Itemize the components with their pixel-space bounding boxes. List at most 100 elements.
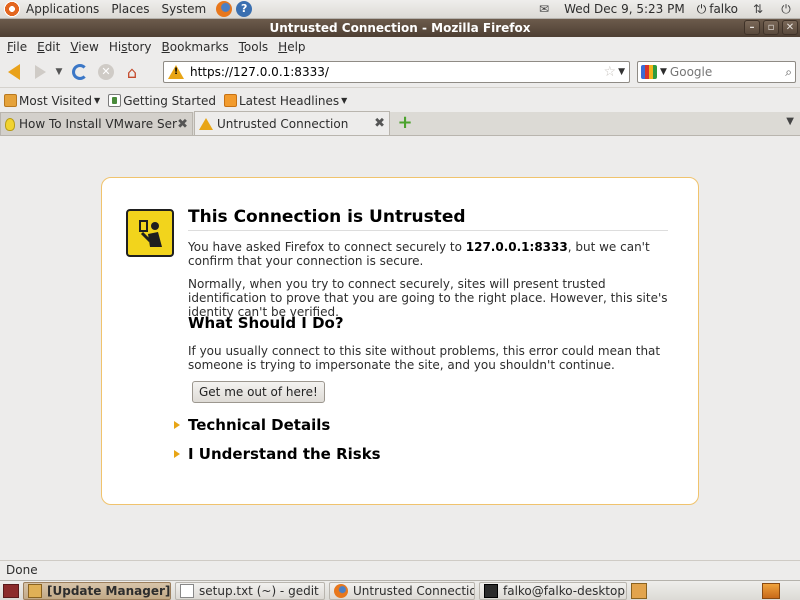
history-dropdown-icon[interactable]: ▼ <box>52 67 66 77</box>
tab-label: How To Install VMware Ser... <box>19 117 178 131</box>
update-notifier-icon[interactable] <box>631 582 647 599</box>
user-switcher[interactable]: ⏻ falko <box>691 2 744 17</box>
warning-favicon-icon <box>199 117 213 130</box>
bottom-panel: [Update Manager] setup.txt (~) - gedit U… <box>0 580 800 600</box>
new-tab-button[interactable]: + <box>395 113 415 133</box>
forward-button[interactable] <box>28 60 52 84</box>
forward-arrow-icon <box>34 65 46 79</box>
menu-help[interactable]: Help <box>273 37 310 57</box>
technical-details-label: Technical Details <box>188 416 331 434</box>
power-button-icon[interactable]: ⏻ <box>778 2 794 16</box>
list-all-tabs-icon[interactable]: ▼ <box>786 116 794 127</box>
system-menu[interactable]: System <box>155 0 212 19</box>
window-titlebar[interactable]: Untrusted Connection - Mozilla Firefox –… <box>0 19 800 37</box>
error-page-container: This Connection is Untrusted You have as… <box>101 177 699 505</box>
home-button[interactable]: ⌂ <box>120 60 144 84</box>
bookmark-latest-headlines[interactable]: Latest Headlines ▼ <box>223 93 348 108</box>
chevron-down-icon: ▼ <box>341 96 348 105</box>
bookmark-getting-started[interactable]: Getting Started <box>108 94 216 108</box>
officer-figure-icon <box>139 220 162 247</box>
explanation-paragraph: Normally, when you try to connect secure… <box>188 277 668 319</box>
menu-bar: File Edit View History Bookmarks Tools H… <box>0 37 800 57</box>
places-menu[interactable]: Places <box>105 0 155 19</box>
task-update-manager[interactable]: [Update Manager] <box>23 581 171 600</box>
bookmarks-toolbar: Most Visited ▼ Getting Started Latest He… <box>0 89 800 112</box>
terminal-icon <box>484 583 498 598</box>
task-gedit[interactable]: setup.txt (~) - gedit <box>175 581 325 600</box>
bookmark-label: Getting Started <box>123 93 216 108</box>
ubuntu-logo-icon[interactable] <box>4 1 20 17</box>
tab-vmware[interactable]: How To Install VMware Ser... ✖ <box>0 112 193 135</box>
menu-tools[interactable]: Tools <box>234 37 274 57</box>
get-me-out-button[interactable]: Get me out of here! <box>192 381 325 403</box>
intro-text-a: You have asked Firefox to connect secure… <box>188 240 466 254</box>
menu-history[interactable]: History <box>104 37 157 57</box>
help-launcher-icon[interactable]: ? <box>236 1 253 17</box>
task-label: [Update Manager] <box>47 583 171 598</box>
menu-bookmarks[interactable]: Bookmarks <box>157 37 234 57</box>
menu-file[interactable]: File <box>2 37 32 57</box>
firefox-launcher-icon[interactable] <box>216 1 233 17</box>
advice-paragraph: If you usually connect to this site with… <box>188 344 661 372</box>
applications-menu[interactable]: Applications <box>20 0 105 19</box>
trash-icon[interactable] <box>762 582 780 599</box>
tab-label: Untrusted Connection <box>217 116 349 131</box>
search-icon[interactable]: ⌕ <box>785 65 792 80</box>
close-window-button[interactable]: ✕ <box>782 20 798 35</box>
google-engine-icon[interactable] <box>641 65 657 79</box>
bookmark-most-visited[interactable]: Most Visited ▼ <box>4 94 100 108</box>
update-manager-icon <box>28 583 42 598</box>
panel-clock[interactable]: Wed Dec 9, 5:23 PM <box>558 2 691 16</box>
network-icon[interactable]: ⇅ <box>750 2 766 16</box>
navigation-toolbar: ▼ ✕ ⌂ https://127.0.0.1:8333/ ☆ ▼ ▼ ⌕ <box>0 57 800 88</box>
mail-icon[interactable]: ✉ <box>536 2 552 16</box>
close-tab-icon[interactable]: ✖ <box>177 117 188 132</box>
menu-view[interactable]: View <box>65 37 103 57</box>
warning-triangle-icon[interactable] <box>168 65 184 79</box>
close-tab-icon[interactable]: ✖ <box>374 116 385 131</box>
expand-arrow-icon <box>174 450 180 458</box>
page-icon <box>108 94 122 107</box>
technical-details-expander[interactable]: Technical Details <box>174 416 330 434</box>
understand-risks-label: I Understand the Risks <box>188 445 381 463</box>
bookmark-label: Most Visited <box>19 93 93 108</box>
top-panel: Applications Places System ? ✉ Wed Dec 9… <box>0 0 800 19</box>
error-title: This Connection is Untrusted <box>188 207 466 227</box>
untrusted-officer-icon <box>126 209 174 257</box>
chevron-down-icon: ▼ <box>94 96 101 105</box>
task-firefox[interactable]: Untrusted Connectio... <box>329 581 475 600</box>
expand-arrow-icon <box>174 421 180 429</box>
url-text[interactable]: https://127.0.0.1:8333/ <box>190 65 604 79</box>
home-icon: ⌂ <box>126 62 138 82</box>
task-label: falko@falko-desktop... <box>503 583 627 598</box>
firefox-icon <box>334 583 348 598</box>
understand-risks-expander[interactable]: I Understand the Risks <box>174 445 381 463</box>
task-label: setup.txt (~) - gedit <box>199 583 319 598</box>
maximize-button[interactable]: ▫ <box>763 20 779 35</box>
back-button[interactable] <box>2 60 26 84</box>
bookmark-star-icon[interactable]: ☆ <box>604 64 617 80</box>
search-engine-dropdown-icon[interactable]: ▼ <box>660 67 667 77</box>
search-input[interactable] <box>669 65 780 79</box>
window-title: Untrusted Connection - Mozilla Firefox <box>269 21 531 35</box>
task-label: Untrusted Connectio... <box>353 583 475 598</box>
url-dropdown-icon[interactable]: ▼ <box>618 67 625 77</box>
page-content: This Connection is Untrusted You have as… <box>0 137 800 559</box>
search-bar[interactable]: ▼ ⌕ <box>637 61 796 83</box>
minimize-button[interactable]: – <box>744 20 760 35</box>
menu-edit[interactable]: Edit <box>32 37 65 57</box>
title-divider <box>188 230 668 231</box>
reload-icon <box>72 64 88 80</box>
reload-button[interactable] <box>68 60 92 84</box>
stop-icon: ✕ <box>98 64 114 80</box>
task-terminal[interactable]: falko@falko-desktop... <box>479 581 627 600</box>
lightbulb-favicon-icon <box>5 117 15 131</box>
bookmark-label: Latest Headlines <box>238 93 340 108</box>
stop-button[interactable]: ✕ <box>94 60 118 84</box>
show-desktop-icon[interactable] <box>3 583 19 598</box>
status-bar: Done <box>0 560 800 579</box>
status-text: Done <box>6 563 38 577</box>
intro-paragraph: You have asked Firefox to connect secure… <box>188 240 668 268</box>
tab-untrusted-connection[interactable]: Untrusted Connection ✖ <box>194 111 390 135</box>
url-bar[interactable]: https://127.0.0.1:8333/ ☆ ▼ <box>163 61 630 83</box>
